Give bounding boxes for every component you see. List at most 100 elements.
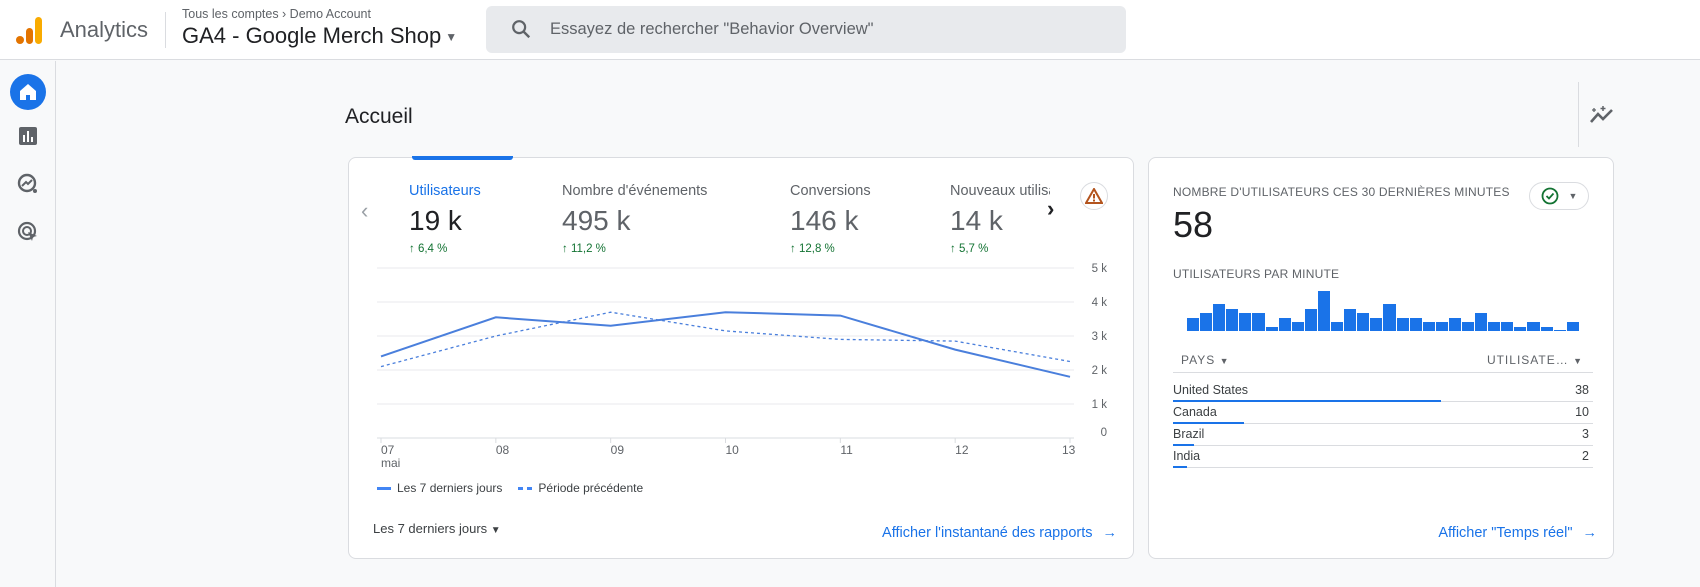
x-tick-label: 12 (955, 443, 969, 457)
arrow-right-icon: → (1102, 525, 1118, 541)
country-row[interactable]: India 2 (1173, 446, 1593, 468)
insights-icon[interactable] (1588, 104, 1616, 128)
chevron-right-icon[interactable]: › (1047, 196, 1054, 222)
breadcrumb[interactable]: Tous les comptes › Demo Account (182, 7, 371, 21)
minute-bar[interactable] (1357, 313, 1370, 331)
minute-bar[interactable] (1409, 317, 1422, 331)
minute-bar[interactable] (1187, 317, 1200, 331)
search-bar[interactable] (486, 6, 1126, 53)
minute-bar[interactable] (1540, 326, 1553, 331)
target-cursor-icon (17, 221, 37, 241)
bar-chart-icon (19, 127, 37, 145)
brand-name: Analytics (60, 17, 149, 42)
legend-swatch-dashed (518, 486, 533, 490)
caret-down-icon: ▼ (445, 30, 458, 45)
metric-tab-events[interactable]: Nombre d'événements 495 k ↑ 11,2 % (562, 183, 707, 255)
arrow-up-icon: ↑ (790, 243, 796, 255)
metric-delta: ↑ 12,8 % (790, 243, 835, 255)
column-country[interactable]: PAYS ▼ (1181, 353, 1230, 367)
minute-bar[interactable] (1278, 317, 1291, 331)
minute-bar[interactable] (1304, 308, 1317, 331)
minute-bar[interactable] (1422, 322, 1435, 331)
minute-bar[interactable] (1331, 322, 1344, 331)
minute-bar[interactable] (1527, 322, 1540, 331)
search-input[interactable] (550, 6, 1110, 53)
minute-bar[interactable] (1396, 317, 1409, 331)
arrow-up-icon: ↑ (950, 243, 956, 255)
divider (165, 12, 166, 48)
minute-bar[interactable] (1514, 326, 1527, 331)
minute-bar[interactable] (1344, 308, 1357, 331)
minute-bar[interactable] (1213, 304, 1226, 331)
check-circle-icon (1541, 187, 1558, 205)
x-tick-sublabel: mai (381, 456, 400, 470)
realtime-title: NOMBRE D'UTILISATEURS CES 30 DERNIÈRES M… (1173, 185, 1510, 199)
metric-tab-users[interactable]: Utilisateurs 19 k ↑ 6,4 % (409, 183, 481, 255)
minute-bar[interactable] (1370, 317, 1383, 331)
overview-card: ‹ Utilisateurs 19 k ↑ 6,4 % Nombre d'évé… (348, 156, 1134, 559)
minute-bar[interactable] (1317, 291, 1331, 331)
sidebar-item-home[interactable] (10, 74, 46, 110)
y-tick-label: 5 k (1092, 263, 1108, 275)
x-tick-label: 08 (496, 443, 510, 457)
property-name: GA4 - Google Merch Shop (182, 23, 442, 48)
minute-bar[interactable] (1488, 322, 1501, 331)
minute-bar[interactable] (1435, 322, 1448, 331)
chevron-left-icon[interactable]: ‹ (361, 198, 368, 224)
minute-bar[interactable] (1448, 317, 1461, 331)
metric-label: Nombre d'événements (562, 183, 708, 199)
view-reports-snapshot-link[interactable]: Afficher l'instantané des rapports → (882, 525, 1117, 541)
minute-bar[interactable] (1501, 322, 1514, 331)
metric-label: Nouveaux utilisateurs (950, 183, 1050, 199)
country-name: United States (1173, 383, 1249, 397)
x-tick-label: 10 (726, 443, 740, 457)
country-users: 10 (1575, 405, 1589, 419)
country-name: Brazil (1173, 427, 1205, 441)
minute-bar[interactable] (1461, 322, 1475, 331)
sidebar-item-advertising[interactable] (10, 214, 46, 250)
top-bar: Analytics Tous les comptes › Demo Accoun… (0, 0, 1700, 60)
country-row[interactable]: United States 38 (1173, 380, 1593, 402)
realtime-card: NOMBRE D'UTILISATEURS CES 30 DERNIÈRES M… (1148, 157, 1614, 559)
minute-bar[interactable] (1252, 313, 1265, 331)
sidebar-item-reports[interactable] (10, 118, 46, 154)
series-current-line (380, 311, 1071, 378)
minute-bar[interactable] (1383, 304, 1396, 331)
minute-bar[interactable] (1239, 313, 1252, 331)
minute-bar[interactable] (1566, 322, 1579, 331)
caret-down-icon: ▼ (1568, 191, 1578, 201)
analytics-logo[interactable] (16, 15, 42, 45)
caret-down-icon: ▼ (1573, 356, 1583, 366)
minute-bar[interactable] (1475, 313, 1488, 331)
warning-button[interactable] (1080, 182, 1108, 210)
explore-icon (17, 173, 37, 193)
metric-label: Conversions (790, 183, 871, 199)
view-realtime-link[interactable]: Afficher "Temps réel" → (1438, 525, 1597, 541)
country-users: 2 (1582, 449, 1589, 463)
users-line-chart: 0 1 k 2 k 3 k 4 k 5 k 07 08 09 10 11 12 13 mai (377, 263, 1108, 470)
country-row[interactable]: Brazil 3 (1173, 424, 1593, 446)
metric-tab-new-users[interactable]: Nouveaux utilisateurs 14 k ↑ 5,7 % (950, 183, 1050, 255)
minute-bar[interactable] (1265, 326, 1278, 331)
date-range-selector[interactable]: Les 7 derniers jours ▼ (373, 521, 501, 536)
minute-bar[interactable] (1200, 313, 1213, 331)
country-name: India (1173, 449, 1201, 463)
property-selector[interactable]: GA4 - Google Merch Shop ▼ (182, 23, 457, 49)
metric-tab-conversions[interactable]: Conversions 146 k ↑ 12,8 % (790, 183, 871, 255)
arrow-right-icon: → (1582, 525, 1598, 541)
minute-bar[interactable] (1291, 322, 1304, 331)
per-minute-bar-chart (1187, 291, 1579, 331)
minute-bar[interactable] (1553, 330, 1566, 331)
legend-current: Les 7 derniers jours (397, 481, 503, 495)
divider (1578, 82, 1579, 147)
column-users[interactable]: UTILISATE… ▼ (1487, 353, 1583, 367)
y-tick-label: 3 k (1092, 331, 1108, 343)
x-tick-label: 09 (611, 443, 625, 457)
country-table-header: PAYS ▼ UTILISATE… ▼ (1173, 333, 1593, 373)
minute-bar[interactable] (1226, 308, 1239, 331)
country-row[interactable]: Canada 10 (1173, 402, 1593, 424)
x-tick-label: 13 (1062, 443, 1076, 457)
x-tick-label: 11 (840, 443, 853, 457)
sidebar-item-explore[interactable] (10, 166, 46, 202)
realtime-status-dropdown[interactable]: ▼ (1529, 182, 1589, 210)
